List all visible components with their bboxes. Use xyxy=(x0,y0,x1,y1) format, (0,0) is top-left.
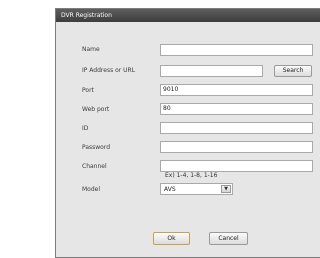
chevron-down-icon[interactable]: ▼ xyxy=(221,185,231,193)
password-field[interactable] xyxy=(160,141,313,153)
model-select[interactable]: AVS ▼ xyxy=(160,183,233,195)
cancel-button[interactable]: Cancel xyxy=(209,232,248,245)
port-label: Port xyxy=(82,87,94,94)
id-field[interactable] xyxy=(160,122,313,134)
ip-address-field[interactable] xyxy=(160,65,263,77)
id-label: ID xyxy=(82,125,89,132)
dialog-title: DVR Registration xyxy=(61,12,112,19)
web-port-label: Web port xyxy=(82,106,110,113)
search-button[interactable]: Search xyxy=(274,65,312,77)
model-select-value: AVS xyxy=(164,186,176,193)
password-label: Password xyxy=(82,144,111,151)
channel-label: Channel xyxy=(82,163,107,170)
ok-button[interactable]: Ok xyxy=(153,232,190,245)
name-field[interactable] xyxy=(160,44,313,56)
name-label: Name xyxy=(82,46,100,53)
model-label: Model xyxy=(82,186,101,193)
ip-address-label: IP Address or URL xyxy=(82,67,136,74)
title-bar[interactable]: DVR Registration xyxy=(56,9,320,22)
dvr-registration-dialog: DVR Registration Name IP Address or URL … xyxy=(55,8,320,258)
channel-hint: Ex) 1-4, 1-8, 1-16 xyxy=(165,172,218,179)
web-port-field[interactable]: 80 xyxy=(160,103,313,115)
port-field[interactable]: 9010 xyxy=(160,84,313,96)
